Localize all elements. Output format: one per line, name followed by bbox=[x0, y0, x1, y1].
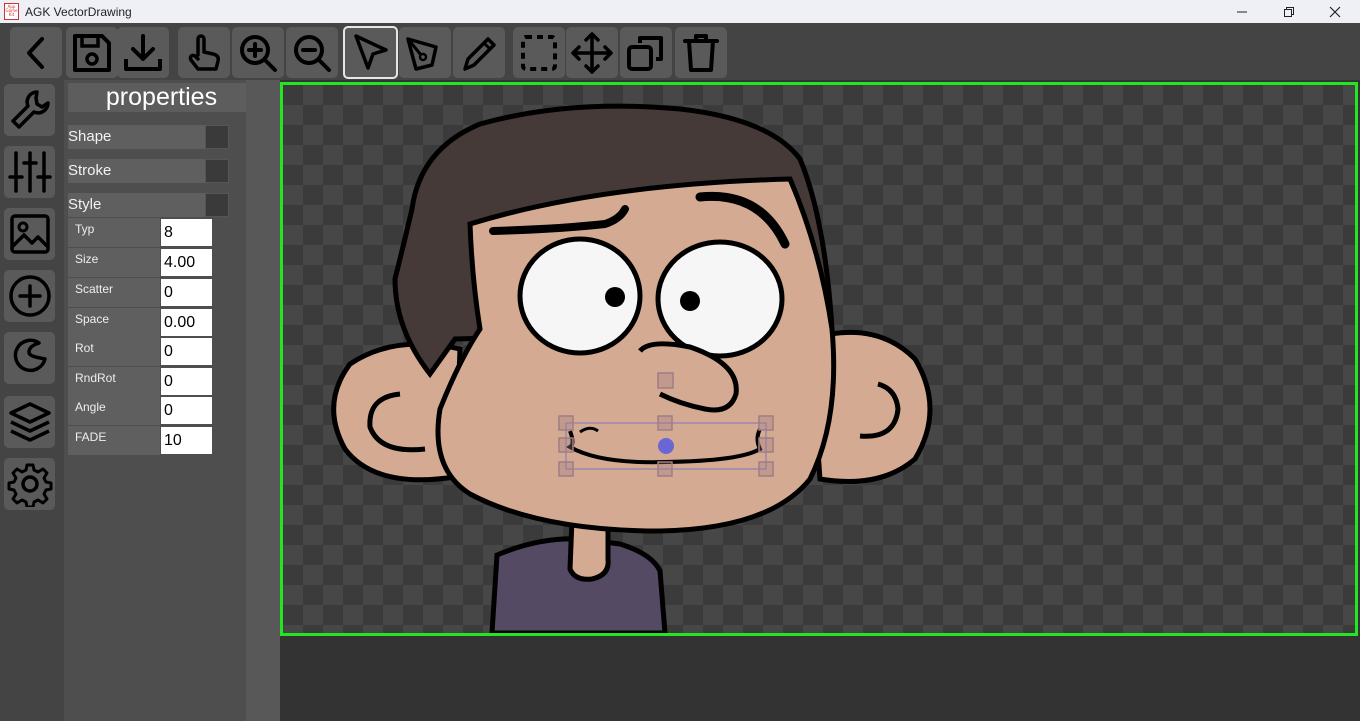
window-title: AGK VectorDrawing bbox=[25, 4, 132, 19]
section-shape[interactable]: Shape bbox=[68, 125, 229, 149]
prop-angle: Angle 0 bbox=[68, 396, 212, 425]
section-toggle[interactable] bbox=[205, 193, 229, 217]
prop-space: Space 0.00 bbox=[68, 308, 212, 337]
minimize-button[interactable] bbox=[1219, 0, 1265, 23]
panel-title: properties bbox=[68, 83, 255, 112]
prop-rot: Rot 0 bbox=[68, 337, 212, 366]
sliders-icon bbox=[7, 151, 52, 193]
duplicate-icon bbox=[627, 35, 663, 71]
delete-button[interactable] bbox=[675, 27, 727, 78]
layers-icon bbox=[8, 402, 51, 442]
zoom-in-icon bbox=[240, 34, 277, 72]
section-style[interactable]: Style bbox=[68, 193, 229, 217]
maximize-button[interactable] bbox=[1266, 0, 1312, 23]
marquee-icon bbox=[521, 34, 557, 71]
image-button[interactable] bbox=[4, 208, 55, 260]
marquee-tool-button[interactable] bbox=[513, 27, 565, 78]
image-icon bbox=[9, 214, 50, 254]
layers-button[interactable] bbox=[4, 396, 55, 448]
save-icon bbox=[73, 33, 111, 72]
prop-label: Size bbox=[68, 248, 160, 277]
back-icon bbox=[27, 36, 44, 69]
toolbar bbox=[0, 23, 1360, 80]
export-button[interactable] bbox=[117, 27, 169, 78]
app-logo: App Game Kit bbox=[4, 3, 19, 20]
trash-icon bbox=[683, 33, 719, 72]
duplicate-button[interactable] bbox=[620, 27, 672, 78]
title-bar: App Game Kit AGK VectorDrawing bbox=[0, 0, 1360, 23]
rot-input[interactable]: 0 bbox=[161, 338, 212, 365]
restore-icon bbox=[1284, 6, 1294, 17]
back-button[interactable] bbox=[10, 27, 62, 78]
move-tool-button[interactable] bbox=[566, 27, 618, 78]
prop-label: Angle bbox=[68, 396, 160, 425]
scatter-input[interactable]: 0 bbox=[161, 279, 212, 306]
character-drawing bbox=[331, 103, 933, 633]
pivot-handle[interactable] bbox=[658, 438, 674, 454]
prop-label: Typ bbox=[68, 218, 160, 247]
section-toggle[interactable] bbox=[205, 159, 229, 183]
typ-input[interactable]: 8 bbox=[161, 219, 212, 246]
node-tool-button[interactable] bbox=[399, 27, 451, 78]
panel-scroll-gutter[interactable] bbox=[246, 80, 280, 721]
prop-typ: Typ 8 bbox=[68, 218, 212, 247]
prop-fade: FADE 10 bbox=[68, 426, 212, 455]
settings-button[interactable] bbox=[4, 458, 55, 510]
zoom-out-button[interactable] bbox=[286, 27, 338, 78]
drawing-canvas[interactable] bbox=[280, 82, 1358, 636]
prop-label: Rot bbox=[68, 337, 160, 366]
close-icon bbox=[1329, 6, 1341, 17]
rndrot-input[interactable]: 0 bbox=[161, 368, 212, 395]
prop-rndrot: RndRot 0 bbox=[68, 367, 212, 396]
minimize-icon bbox=[1237, 11, 1247, 12]
angle-input[interactable]: 0 bbox=[161, 397, 212, 424]
adjustments-button[interactable] bbox=[4, 146, 55, 198]
select-arrow-icon bbox=[353, 33, 388, 70]
section-toggle[interactable] bbox=[205, 125, 229, 149]
left-pupil[interactable] bbox=[605, 287, 625, 307]
save-button[interactable] bbox=[66, 27, 118, 78]
prop-label: FADE bbox=[68, 426, 160, 455]
section-label: Stroke bbox=[68, 162, 112, 179]
zoom-in-button[interactable] bbox=[232, 27, 284, 78]
close-button[interactable] bbox=[1312, 0, 1358, 23]
section-label: Style bbox=[68, 196, 102, 213]
select-tool-button[interactable] bbox=[343, 26, 398, 79]
gear-icon bbox=[7, 463, 52, 507]
tools-button[interactable] bbox=[4, 84, 55, 136]
pencil-icon bbox=[463, 36, 496, 71]
shape-icon bbox=[13, 338, 47, 373]
size-input[interactable]: 4.00 bbox=[161, 249, 212, 276]
add-button[interactable] bbox=[4, 270, 55, 322]
prop-label: Scatter bbox=[68, 278, 160, 307]
shape-button[interactable] bbox=[4, 332, 55, 384]
add-circle-icon bbox=[8, 275, 51, 317]
pen-tool-icon bbox=[406, 36, 438, 71]
properties-panel: properties Shape Stroke Style Typ 8 Size… bbox=[64, 80, 255, 721]
prop-size: Size 4.00 bbox=[68, 248, 212, 277]
fade-input[interactable]: 10 bbox=[161, 427, 212, 454]
touch-tool-button[interactable] bbox=[178, 27, 230, 78]
wrench-icon bbox=[10, 90, 50, 129]
pencil-tool-button[interactable] bbox=[453, 27, 505, 78]
canvas-area bbox=[280, 80, 1360, 721]
section-label: Shape bbox=[68, 128, 112, 145]
prop-label: Space bbox=[68, 308, 160, 337]
zoom-out-icon bbox=[294, 34, 331, 72]
prop-scatter: Scatter 0 bbox=[68, 278, 212, 307]
move-icon bbox=[571, 31, 613, 74]
right-eye[interactable] bbox=[655, 239, 785, 359]
left-tool-rail bbox=[0, 80, 64, 721]
space-input[interactable]: 0.00 bbox=[161, 309, 212, 336]
prop-label: RndRot bbox=[68, 367, 160, 396]
right-pupil[interactable] bbox=[680, 291, 700, 311]
section-stroke[interactable]: Stroke bbox=[68, 159, 229, 183]
touch-icon bbox=[188, 33, 220, 71]
download-icon bbox=[124, 33, 162, 71]
